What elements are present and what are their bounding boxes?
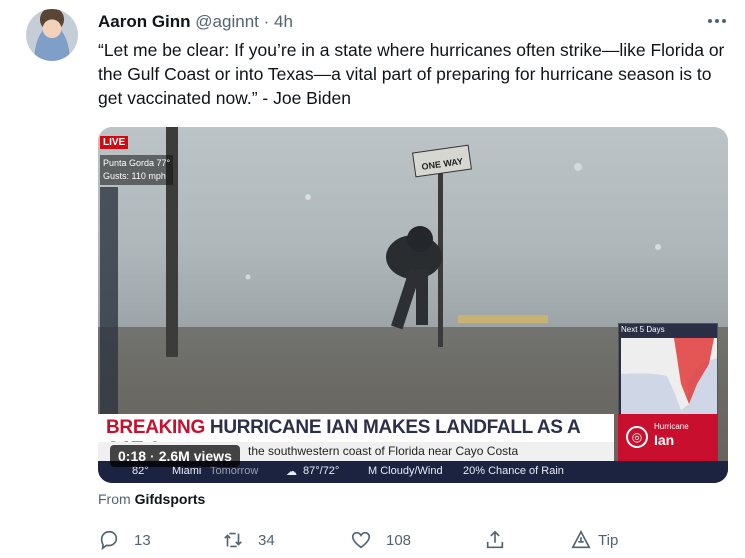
share-button[interactable] [484,528,506,552]
headline-bar: BREAKING HURRICANE IAN MAKES LANDFALL AS… [98,414,614,460]
hurricane-icon: ◎ [626,426,648,448]
breaking-label: BREAKING [106,417,205,438]
live-badge: LIVE [100,136,129,149]
tip-label: Tip [598,531,619,549]
location-temp: Punta Gorda 77° [103,158,171,168]
source-attribution: From Gifdsports [98,491,205,507]
like-button[interactable]: 108 [350,528,411,552]
video-duration: 0:18 [118,448,147,464]
view-count: 2.6M views [158,448,232,464]
author-name[interactable]: Aaron Ginn [98,12,191,31]
forecast-cone-icon [621,338,717,414]
reply-count: 13 [134,531,151,549]
location-info: Punta Gorda 77° Gusts: 110 mph [100,155,174,185]
tweet[interactable]: Aaron Ginn @aginnt · 4h “Let me be clear… [0,0,745,558]
reply-icon [100,530,118,551]
share-icon [486,530,504,549]
hurricane-name: Ian [654,432,675,448]
heart-icon [351,531,371,549]
reply-button[interactable]: 13 [98,528,151,552]
tweet-text: “Let me be clear: If you’re in a state w… [98,40,725,108]
like-count: 108 [386,531,412,549]
retweet-icon [224,532,242,548]
retweet-count: 34 [258,531,275,549]
tweet-header: Aaron Ginn @aginnt · 4h [98,12,293,32]
source-prefix: From [98,491,131,507]
hurricane-label: Hurricane [654,422,689,431]
video-player[interactable]: ONE WAY LIVE Punta Gorda 77° Gusts: 110 … [98,127,728,483]
tweet-timestamp[interactable]: 4h [274,12,293,31]
header-separator: · [263,12,270,31]
avatar[interactable] [26,9,78,61]
forecast-map: Next 5 Days [618,323,718,415]
source-name[interactable]: Gifdsports [135,491,206,507]
weather-condition: M Cloudy/Wind [368,465,443,477]
wind-gusts: Gusts: 110 mph [103,171,166,181]
weather-hi-lo: 87°/72° [303,465,340,477]
video-stats: 0:18 · 2.6M views [110,445,240,467]
map-title: Next 5 Days [621,325,665,334]
cloud-sun-icon: ☁ [286,466,297,478]
retweet-button[interactable]: 34 [222,528,275,552]
rain-chance: 20% Chance of Rain [463,465,564,477]
subheadline: the southwestern coast of Florida near C… [248,444,519,458]
hurricane-badge: ◎ Hurricane Ian [618,414,718,461]
views-separator: · [150,448,155,464]
more-options-icon[interactable] [705,12,729,30]
author-handle[interactable]: @aginnt [195,12,259,31]
tip-button[interactable]: Tip [570,528,618,552]
tip-icon [571,529,591,549]
